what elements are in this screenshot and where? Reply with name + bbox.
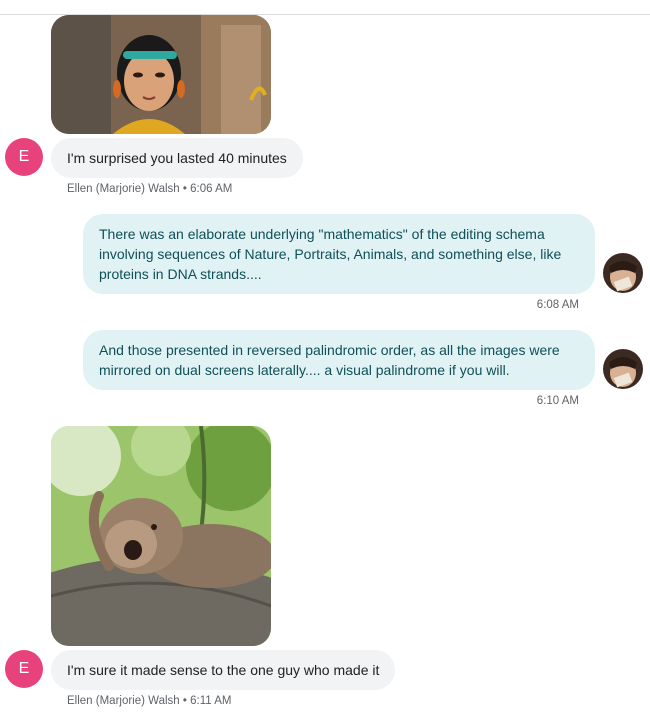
message-meta: Ellen (Marjorie) Walsh • 6:11 AM [67, 695, 231, 707]
sender-avatar[interactable]: E [5, 650, 43, 688]
gif-image-monkey[interactable] [51, 426, 271, 646]
meta-separator: • [182, 183, 187, 195]
incoming-message-bubble[interactable]: I'm sure it made sense to the one guy wh… [51, 650, 396, 690]
message-meta: Ellen (Marjorie) Walsh • 6:06 AM [67, 183, 232, 195]
incoming-message-bubble[interactable]: I'm surprised you lasted 40 minutes [51, 138, 303, 178]
sender-name: Ellen (Marjorie) Walsh [67, 695, 180, 707]
message-time: 6:11 AM [190, 695, 232, 707]
message-time: 6:08 AM [536, 299, 579, 311]
meta-separator: • [182, 695, 187, 707]
outgoing-message-bubble[interactable]: There was an elaborate underlying "mathe… [83, 214, 595, 294]
message-time: 6:10 AM [536, 395, 579, 407]
sender-name: Ellen (Marjorie) Walsh [67, 183, 180, 195]
sender-avatar[interactable]: E [5, 138, 43, 176]
user-avatar[interactable] [603, 349, 643, 389]
user-avatar[interactable] [603, 253, 643, 293]
outgoing-message-bubble[interactable]: And those presented in reversed palindro… [83, 330, 595, 390]
message-time: 6:06 AM [190, 183, 233, 195]
gif-image-cartoon[interactable] [51, 15, 271, 134]
